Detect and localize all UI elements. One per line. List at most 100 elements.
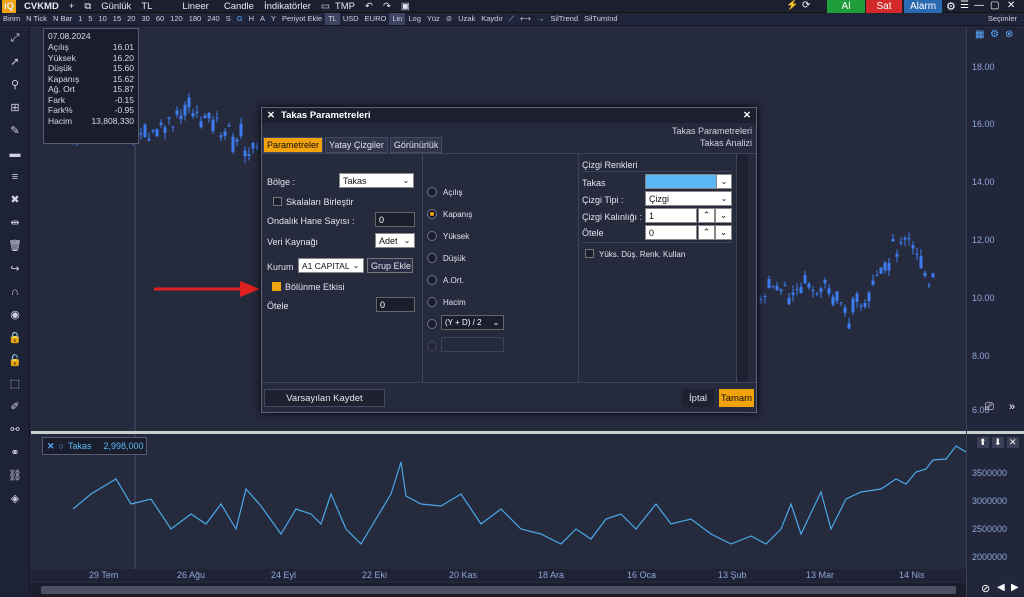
- toolbar-item[interactable]: 240: [204, 13, 223, 25]
- bolunme-checkbox[interactable]: [272, 282, 281, 291]
- tools-icon[interactable]: ✖: [0, 188, 30, 211]
- ok-button[interactable]: Tamam: [719, 389, 754, 407]
- toolbar-item[interactable]: Log: [405, 13, 424, 25]
- external-link-icon[interactable]: ⧉: [79, 0, 96, 13]
- ruler-icon[interactable]: ▬: [0, 142, 30, 165]
- stepper-down-icon[interactable]: ⌄: [715, 208, 732, 223]
- visibility-icon[interactable]: ○: [59, 441, 64, 451]
- takas-indicator-panel[interactable]: [31, 434, 967, 569]
- grid-settings-icon[interactable]: ▦: [975, 29, 984, 40]
- toolbar-item[interactable]: 1: [75, 13, 85, 25]
- bolge-select[interactable]: Takas ⌄: [339, 173, 414, 188]
- toolbar-item[interactable]: Uzak: [455, 13, 478, 25]
- tab-parametreler[interactable]: Parametreler: [263, 137, 324, 153]
- toolbar-item[interactable]: 120: [167, 13, 186, 25]
- toolbar-item[interactable]: A: [257, 13, 268, 25]
- toolbar-item[interactable]: 10: [95, 13, 109, 25]
- template-menu[interactable]: TMP: [335, 0, 360, 13]
- yuks-dus-checkbox[interactable]: [585, 249, 594, 258]
- add-period-button[interactable]: Periyot Ekle: [279, 13, 325, 25]
- gear-icon[interactable]: ⚙: [990, 29, 999, 40]
- toolbar-item[interactable]: 15: [110, 13, 124, 25]
- close-icon[interactable]: ✕: [743, 110, 751, 121]
- horizontal-scrollbar[interactable]: [31, 583, 966, 597]
- toolbar-item[interactable]: SilTumInd: [581, 13, 620, 25]
- grup-ekle-button[interactable]: Grup Ekle: [367, 258, 413, 273]
- ondalik-input[interactable]: 0: [375, 212, 415, 227]
- forward-icon[interactable]: »: [1009, 401, 1015, 413]
- menu-icon[interactable]: ☰: [960, 0, 969, 11]
- toolbar-item[interactable]: Kaydır: [478, 13, 506, 25]
- toolbar-item[interactable]: N Tick: [23, 13, 50, 25]
- scroll-thumb[interactable]: [41, 586, 956, 594]
- radio-aort[interactable]: [427, 275, 437, 285]
- crosshair-icon[interactable]: ⊞: [0, 96, 30, 119]
- toolbar-item[interactable]: S: [223, 13, 234, 25]
- dialog-titlebar[interactable]: ✕ Takas Parametreleri ✕: [262, 108, 756, 123]
- trash-icon[interactable]: 🗑: [0, 234, 30, 257]
- toolbar-item[interactable]: USD: [340, 13, 362, 25]
- toolbar-item-tl[interactable]: TL: [325, 13, 340, 25]
- hline-icon[interactable]: ⟷: [517, 13, 534, 25]
- screen-icon[interactable]: ⎚: [985, 401, 994, 414]
- toolbar-item[interactable]: Yüz: [424, 13, 443, 25]
- camera-icon[interactable]: ▣: [396, 0, 415, 13]
- arrow-line-icon[interactable]: →: [534, 13, 548, 25]
- cizgi-tipi-select[interactable]: Çizgi ⌄: [645, 191, 732, 206]
- toolbar-item[interactable]: 60: [153, 13, 167, 25]
- stepper-up-icon[interactable]: ⌃: [698, 225, 715, 240]
- move-down-icon[interactable]: ⬇: [992, 437, 1004, 448]
- scroll-right-icon[interactable]: ▶: [1011, 582, 1019, 593]
- scroll-left-icon[interactable]: ◀: [997, 582, 1005, 593]
- tab-yatay-cizgiler[interactable]: Yatay Çizgiler: [325, 137, 388, 153]
- pen-icon[interactable]: ✐: [0, 395, 30, 418]
- toolbar-item[interactable]: Birim: [0, 13, 23, 25]
- kurum-select[interactable]: A1 CAPITAL ⌄: [298, 258, 364, 273]
- toolbar-item[interactable]: N Bar: [50, 13, 75, 25]
- selections-label[interactable]: Seçimler: [985, 13, 1020, 25]
- layers-icon[interactable]: ◈: [0, 487, 30, 510]
- color-dropdown[interactable]: ⌄: [717, 174, 732, 189]
- toolbar-item[interactable]: SilTrend: [547, 13, 581, 25]
- formula-select[interactable]: (Y + D) / 2 ⌄: [441, 315, 504, 330]
- otele-input[interactable]: 0: [376, 297, 415, 312]
- symbol-selector[interactable]: CVKMD: [19, 0, 64, 13]
- undo-icon[interactable]: ↶: [360, 0, 378, 13]
- cizgi-kalinlik-input[interactable]: 1: [645, 208, 697, 223]
- expand-icon[interactable]: ⤢: [0, 27, 30, 50]
- unlock-icon[interactable]: 🔓: [0, 349, 30, 372]
- move-up-icon[interactable]: ⬆: [977, 437, 989, 448]
- stepper-up-icon[interactable]: ⌃: [698, 208, 715, 223]
- radio-acilis[interactable]: [427, 187, 437, 197]
- takas-color-picker[interactable]: [645, 174, 717, 189]
- tab-gorunurluk[interactable]: Görünürlük: [389, 137, 443, 153]
- link-icon[interactable]: ⛓: [0, 464, 30, 487]
- period-selector[interactable]: Günlük: [96, 0, 136, 13]
- select-area-icon[interactable]: ⬚: [0, 372, 30, 395]
- redo-icon[interactable]: ↷: [378, 0, 396, 13]
- template-folder-icon[interactable]: ▭: [316, 0, 335, 13]
- gear-icon[interactable]: ⚙: [946, 0, 956, 13]
- zoom-icon[interactable]: ⚲: [0, 73, 30, 96]
- toolbar-item[interactable]: 30: [138, 13, 152, 25]
- radio-hacim[interactable]: [427, 297, 437, 307]
- fibonacci-icon[interactable]: ≡: [0, 165, 30, 188]
- close-panel-icon[interactable]: ⊗: [1005, 29, 1013, 40]
- radio-dusuk[interactable]: [427, 253, 437, 263]
- magnet-icon[interactable]: ∩: [0, 280, 30, 303]
- buy-button[interactable]: Al: [827, 0, 865, 13]
- pencil-icon[interactable]: ✎: [0, 119, 30, 142]
- radio-yuksek[interactable]: [427, 231, 437, 241]
- close-icon[interactable]: ✕: [267, 110, 275, 121]
- maximize-icon[interactable]: ▢: [990, 0, 999, 11]
- toolbar-item[interactable]: 5: [85, 13, 95, 25]
- zoom-icon[interactable]: ⊘: [443, 13, 455, 25]
- sell-button[interactable]: Sat: [866, 0, 902, 13]
- stepper-down-icon[interactable]: ⌄: [715, 225, 732, 240]
- toolbar-item-lin[interactable]: Lin: [389, 13, 406, 25]
- cursor-icon[interactable]: ➚: [0, 50, 30, 73]
- trendline-icon[interactable]: ⟋: [506, 13, 517, 25]
- currency-selector[interactable]: TL: [136, 0, 157, 13]
- dialog-scrollbar[interactable]: [736, 154, 748, 382]
- chart-type-selector[interactable]: Candle: [219, 0, 259, 13]
